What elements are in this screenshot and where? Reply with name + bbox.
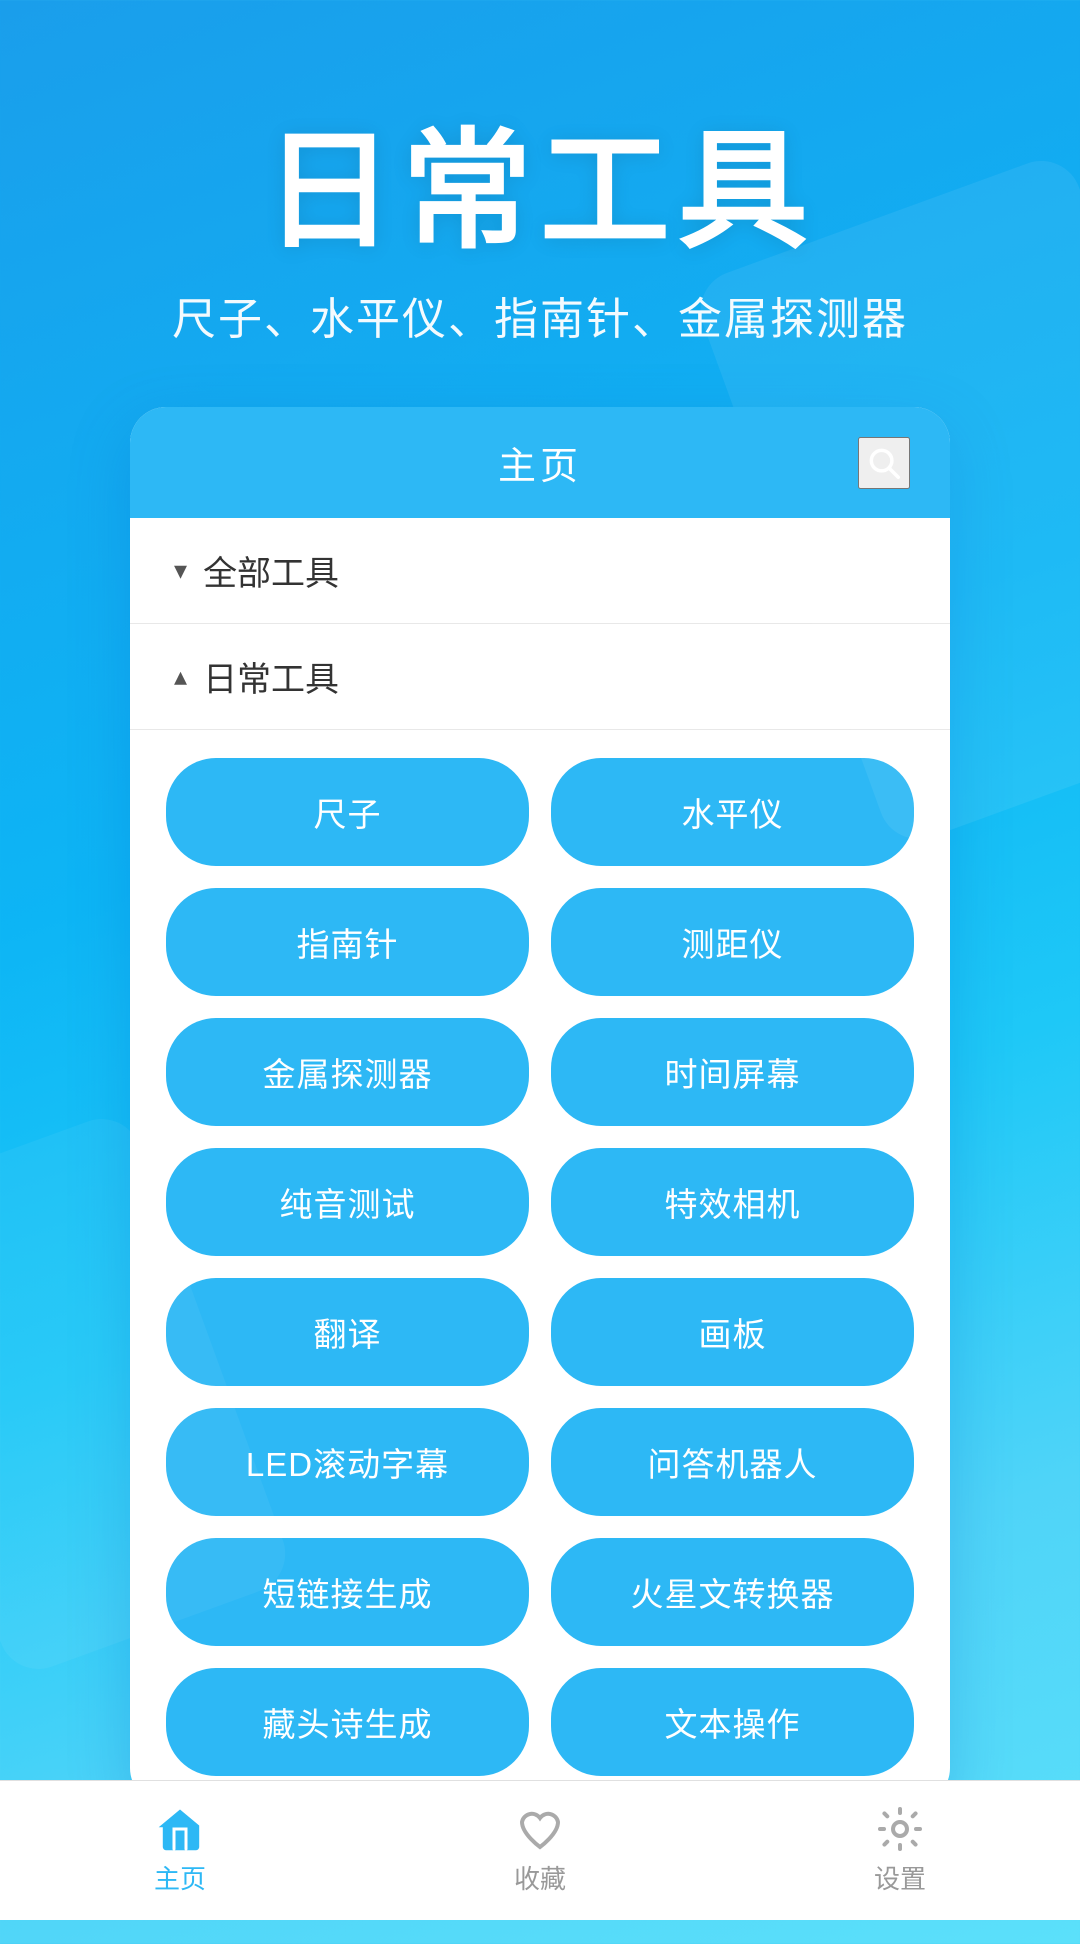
all-tools-label: 全部工具 <box>203 546 339 595</box>
tool-translate[interactable]: 翻译 <box>166 1278 529 1386</box>
tools-grid: 尺子 水平仪 指南针 测距仪 金属探测器 时间屏幕 纯音测试 特效相机 翻译 画… <box>130 730 950 1804</box>
chevron-up-icon: ▴ <box>174 661 187 692</box>
nav-home[interactable]: 主页 <box>0 1805 360 1896</box>
tool-rangefinder[interactable]: 测距仪 <box>551 888 914 996</box>
tool-text-ops[interactable]: 文本操作 <box>551 1668 914 1776</box>
tool-time-screen[interactable]: 时间屏幕 <box>551 1018 914 1126</box>
daily-tools-label: 日常工具 <box>203 652 339 701</box>
tool-qa-robot[interactable]: 问答机器人 <box>551 1408 914 1516</box>
nav-favorites-label: 收藏 <box>514 1859 566 1896</box>
tool-led-scroll[interactable]: LED滚动字幕 <box>166 1408 529 1516</box>
nav-favorites[interactable]: 收藏 <box>360 1805 720 1896</box>
hero-title: 日常工具 <box>264 120 816 263</box>
tool-metal-detector[interactable]: 金属探测器 <box>166 1018 529 1126</box>
nav-home-label: 主页 <box>154 1859 206 1896</box>
section-daily-tools[interactable]: ▴ 日常工具 <box>130 624 950 730</box>
card-header: 主页 <box>130 407 950 518</box>
home-icon <box>156 1805 204 1853</box>
tool-mars-text[interactable]: 火星文转换器 <box>551 1538 914 1646</box>
nav-settings-label: 设置 <box>874 1859 926 1896</box>
chevron-down-icon: ▾ <box>174 555 187 586</box>
card-header-title: 主页 <box>498 435 582 490</box>
heart-icon <box>516 1805 564 1853</box>
hero-section: 日常工具 尺子、水平仪、指南针、金属探测器 <box>0 0 1080 407</box>
search-button[interactable] <box>858 437 910 489</box>
tool-tone-test[interactable]: 纯音测试 <box>166 1148 529 1256</box>
search-icon <box>865 444 903 482</box>
settings-icon <box>876 1805 924 1853</box>
tool-level[interactable]: 水平仪 <box>551 758 914 866</box>
tool-compass[interactable]: 指南针 <box>166 888 529 996</box>
tool-effect-camera[interactable]: 特效相机 <box>551 1148 914 1256</box>
tool-canvas[interactable]: 画板 <box>551 1278 914 1386</box>
tool-short-link[interactable]: 短链接生成 <box>166 1538 529 1646</box>
tool-ruler[interactable]: 尺子 <box>166 758 529 866</box>
hero-subtitle: 尺子、水平仪、指南针、金属探测器 <box>172 283 908 347</box>
tool-acrostic[interactable]: 藏头诗生成 <box>166 1668 529 1776</box>
nav-settings[interactable]: 设置 <box>720 1805 1080 1896</box>
section-all-tools[interactable]: ▾ 全部工具 <box>130 518 950 624</box>
bottom-nav: 主页 收藏 设置 <box>0 1780 1080 1920</box>
main-card: 主页 ▾ 全部工具 ▴ 日常工具 尺子 水平仪 指南针 测距仪 金属探测器 <box>130 407 950 1804</box>
